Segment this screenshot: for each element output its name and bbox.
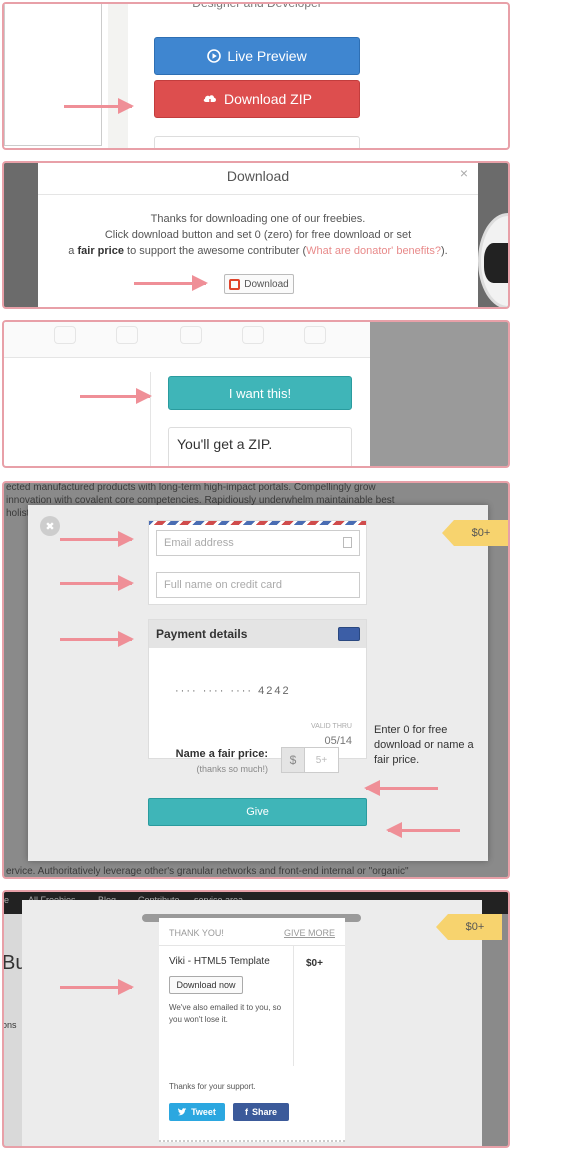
gumroad-download-button[interactable]: Download (224, 274, 294, 294)
price-tag: $0+ (436, 914, 502, 940)
background-text-bottom: ervice. Authoritatively leverage other's… (6, 866, 409, 877)
fair-price-label: Name a fair price: (175, 748, 268, 760)
info-box (154, 136, 360, 148)
sidebar-box (4, 4, 102, 146)
fair-price-bold: fair price (77, 245, 124, 257)
product-name: Viki - HTML5 Template (169, 956, 270, 967)
divider (150, 372, 151, 466)
author-subtitle: Designer and Developer (192, 2, 322, 10)
credit-card-icon (338, 627, 360, 641)
thank-you-modal: THANK YOU! GIVE MORE Viki - HTML5 Templa… (22, 900, 482, 1146)
receipt-header: THANK YOU! GIVE MORE (159, 918, 345, 946)
product-page: I want this! You'll get a ZIP. (4, 322, 370, 466)
price-tag-label: $0+ (454, 520, 508, 546)
live-preview-label: Live Preview (227, 48, 307, 64)
give-more-link[interactable]: GIVE MORE (284, 928, 335, 938)
facebook-share-button[interactable]: f Share (233, 1103, 289, 1121)
panel-download-zip: Designer and Developer Live Preview Down… (2, 2, 510, 150)
close-icon[interactable]: ✖ (40, 516, 60, 536)
expiry-field[interactable]: 05/14 (324, 735, 352, 747)
tweet-button[interactable]: Tweet (169, 1103, 225, 1121)
message-line-2: Click download button and set 0 (zero) f… (104, 229, 412, 241)
background-page: Bu ons (2, 914, 26, 1146)
modal-message: Thanks for downloading one of our freebi… (38, 195, 478, 259)
panel-want-this: I want this! You'll get a ZIP. (2, 320, 510, 468)
message-line-1: Thanks for downloading one of our freebi… (150, 213, 366, 225)
pointer-arrow-4d (364, 780, 438, 796)
email-field[interactable]: Email address (156, 530, 360, 556)
category-icon[interactable] (180, 326, 202, 344)
category-icon[interactable] (242, 326, 264, 344)
currency-addon: $ (281, 747, 305, 773)
download-button-label: Download (244, 278, 289, 290)
cardholder-name-field[interactable]: Full name on credit card (156, 572, 360, 598)
close-icon[interactable]: × (460, 165, 468, 181)
author-avatar (478, 213, 508, 307)
pointer-arrow-1 (64, 98, 134, 114)
i-want-this-button[interactable]: I want this! (168, 376, 352, 410)
cloud-download-icon (203, 95, 217, 106)
product-price: $0+ (306, 958, 323, 969)
facebook-icon: f (244, 1107, 248, 1117)
price-tag: $0+ (442, 520, 508, 546)
pointer-arrow-5 (60, 979, 134, 995)
receipt-divider (293, 946, 294, 1066)
fair-price-hint: Enter 0 for free download or name a fair… (374, 724, 474, 766)
nav-item[interactable]: e (4, 895, 9, 905)
pointer-arrow-4b (60, 575, 134, 591)
message-line-3: a fair price to support the awesome cont… (68, 245, 448, 257)
thank-you-label: THANK YOU! (169, 928, 224, 938)
airmail-stripe (149, 521, 366, 525)
pointer-arrow-4c (60, 631, 134, 647)
pointer-arrow-3 (80, 388, 152, 404)
play-circle-icon (207, 49, 222, 63)
category-icon[interactable] (116, 326, 138, 344)
receipt: THANK YOU! GIVE MORE Viki - HTML5 Templa… (159, 918, 345, 1142)
valid-thru-label: VALID THRU (311, 723, 352, 730)
page-text-fragment: ons (2, 1020, 17, 1030)
contact-card: Email address Full name on credit card (148, 520, 367, 605)
give-button[interactable]: Give (148, 798, 367, 826)
zip-info: You'll get a ZIP. (168, 427, 352, 466)
payment-details-header: Payment details (149, 620, 366, 648)
live-preview-button[interactable]: Live Preview (154, 37, 360, 75)
card-number-field[interactable]: ···· ···· ···· 4242 (175, 685, 291, 697)
pointer-arrow-2 (134, 275, 208, 291)
twitter-bird-icon (178, 1108, 187, 1116)
fair-price-sublabel: (thanks so much!) (196, 764, 268, 774)
price-amount-input[interactable]: 5+ (305, 747, 339, 773)
donator-benefits-link[interactable]: What are donator' benefits? (306, 245, 441, 257)
download-now-button[interactable]: Download now (169, 976, 243, 994)
pointer-arrow-4e (386, 822, 460, 838)
payment-modal: ✖ $0+ Email address Full name on credit … (28, 505, 508, 861)
download-modal: Download × Thanks for downloading one of… (38, 163, 478, 307)
gumroad-logo-icon (229, 278, 241, 290)
modal-title: Download (38, 163, 478, 195)
panel-download-modal: Download × Thanks for downloading one of… (2, 161, 510, 309)
category-icon[interactable] (54, 326, 76, 344)
download-zip-button[interactable]: Download ZIP (154, 80, 360, 118)
lock-icon (343, 537, 352, 548)
price-tag-label: $0+ (448, 914, 502, 940)
tweet-label: Tweet (191, 1107, 216, 1117)
share-label: Share (251, 1107, 277, 1117)
download-zip-label: Download ZIP (224, 91, 312, 107)
payment-details-card: Payment details ···· ···· ···· 4242 VALI… (148, 619, 367, 759)
panel-payment: ected manufactured products with long-te… (2, 481, 510, 879)
category-icon[interactable] (304, 326, 326, 344)
panel-thank-you: e All Freebies Blog Contribute service a… (2, 890, 510, 1148)
emailed-note: We've also emailed it to you, so you won… (169, 1003, 282, 1024)
thanks-note: Thanks for your support. (169, 1082, 256, 1091)
sidebar-strip (108, 4, 128, 148)
pointer-arrow-4a (60, 531, 134, 547)
category-icon-bar (4, 322, 370, 358)
